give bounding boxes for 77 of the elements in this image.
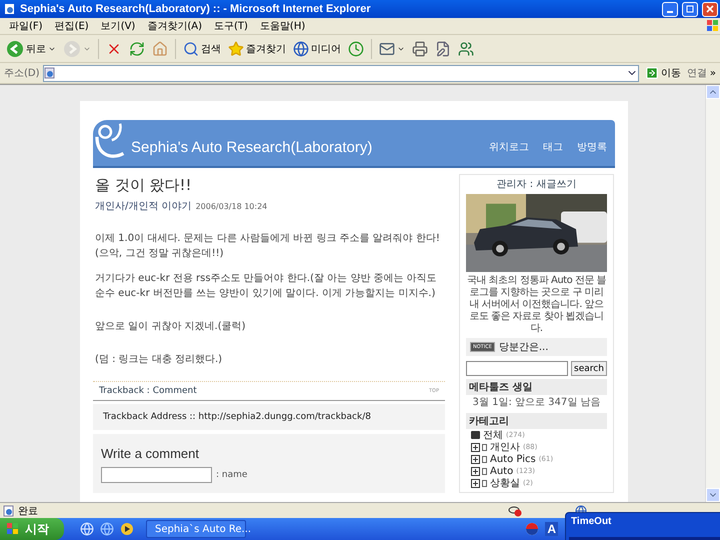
home-icon [152, 40, 168, 56]
search-icon [183, 40, 199, 56]
input-mode-indicator[interactable]: A [545, 522, 558, 536]
trackback-link[interactable]: Trackback : Comment [99, 386, 197, 396]
forward-icon [63, 40, 81, 58]
comment-heading: Write a comment [101, 446, 200, 461]
post-paragraph: 앞으로 일이 귀찮아 지겠네.(쿨럭) [95, 320, 247, 334]
post-paragraph: 거기다가 euc-kr 전용 rss주소도 만들어야 한다.(잘 아는 양반 중에는 아직도 순수 euc-kr 버전만를 쓰는 양반이 있기에 말이다. 이게 가능할지는 미지수.) [95, 272, 438, 301]
menu-item[interactable]: 도움말(H) [254, 19, 310, 33]
globe-icon [293, 40, 309, 56]
window-title: Sephia's Auto Research(Laboratory) :: - Microsoft Internet Explorer [20, 3, 372, 15]
birthday-text: 3월 1일: 앞으로 347일 남음 [472, 396, 602, 410]
favorites-button[interactable]: 즐겨찾기 [226, 36, 288, 60]
media-button[interactable]: 미디어 [291, 36, 343, 60]
expand-icon[interactable] [471, 466, 487, 476]
scrollbar[interactable] [705, 85, 720, 502]
star-icon [228, 40, 244, 56]
expand-icon[interactable] [471, 478, 487, 488]
category-link[interactable]: 개인사/개인적 이야기 [95, 199, 192, 213]
back-button[interactable]: 뒤로 [4, 36, 58, 60]
language-icon[interactable] [525, 522, 540, 536]
menu-item[interactable]: 보기(V) [96, 19, 140, 33]
popup-title: TimeOut [570, 515, 612, 529]
post-paragraph: (덤 : 링크는 대충 정리했다.) [95, 353, 224, 367]
browser-icon[interactable] [80, 522, 94, 536]
browser-icon[interactable] [100, 522, 114, 536]
post-date: 2006/03/18 10:24 [196, 202, 268, 211]
address-field[interactable] [42, 64, 639, 82]
more-chevron[interactable]: » [710, 68, 716, 78]
expand-icon[interactable] [471, 454, 487, 464]
messenger-icon [458, 40, 474, 56]
edit-icon [435, 40, 451, 56]
menu-item[interactable]: 파일(F) [4, 19, 48, 33]
clock-icon [348, 40, 364, 56]
page-icon [44, 67, 56, 79]
media-player-icon[interactable] [120, 522, 134, 536]
printer-icon [412, 40, 428, 56]
windows-logo-icon [6, 522, 20, 536]
category-link[interactable]: Auto Pics [490, 454, 536, 464]
go-button[interactable]: 이동 [642, 66, 684, 80]
close-icon [706, 5, 714, 13]
name-field[interactable] [101, 467, 212, 483]
category-link[interactable]: 상황실 [490, 476, 520, 490]
name-label: : name [216, 470, 248, 480]
status-text: 완료 [18, 504, 39, 518]
refresh-icon [129, 40, 145, 56]
address-label: 주소(D) [4, 67, 40, 80]
search-button[interactable]: 검색 [181, 36, 223, 60]
menu-item[interactable]: 편집(E) [50, 19, 94, 33]
page-icon [3, 504, 15, 516]
notice-link[interactable]: 당분간은... [498, 340, 548, 354]
post-title: 올 것이 왔다!! [95, 176, 193, 195]
category-link[interactable]: Auto [490, 466, 514, 476]
menu-item[interactable]: 도구(T) [209, 19, 253, 33]
page-icon [4, 3, 16, 15]
expand-icon[interactable] [471, 442, 487, 452]
logo-icon [95, 122, 127, 160]
links-label[interactable]: 연결 [686, 66, 707, 80]
search-button[interactable]: search [571, 361, 607, 376]
back-icon [6, 40, 24, 58]
trackback-address: Trackback Address :: http://sephia2.dungg.com/trackback/8 [93, 404, 445, 430]
admin-link[interactable]: 관리자 : 새글쓰기 [466, 177, 607, 191]
menu-item[interactable]: 즐겨찾기(A) [142, 19, 207, 33]
blog-description: 국내 최초의 정통파 Auto 전문 블로그를 지향하는 곳으로 구 미리내 서버에서 이전했습니다. 앞으로도 좋은 자료로 찾아 뵙겠습니다. [466, 275, 607, 335]
maximize-button[interactable] [682, 2, 698, 16]
search-field[interactable] [466, 361, 568, 376]
category-link[interactable]: 개인사 [490, 440, 520, 454]
minimize-button[interactable] [662, 2, 678, 16]
maximize-icon [686, 5, 694, 13]
section-heading: 메타툴즈 생일 [466, 379, 607, 395]
post-paragraph: 이제 1.0이 대세다. 문제는 다른 사람들에게 바뀐 링크 주소를 알려줘야 한다!(으악, 그건 정말 귀찮은데!!) [95, 232, 441, 261]
privacy-icon [508, 504, 522, 516]
windows-logo-icon [706, 19, 720, 33]
mail-icon [379, 40, 395, 56]
category-link[interactable]: 전체 [483, 428, 503, 442]
section-heading: 카테고리 [466, 413, 607, 429]
close-button[interactable] [702, 2, 718, 16]
